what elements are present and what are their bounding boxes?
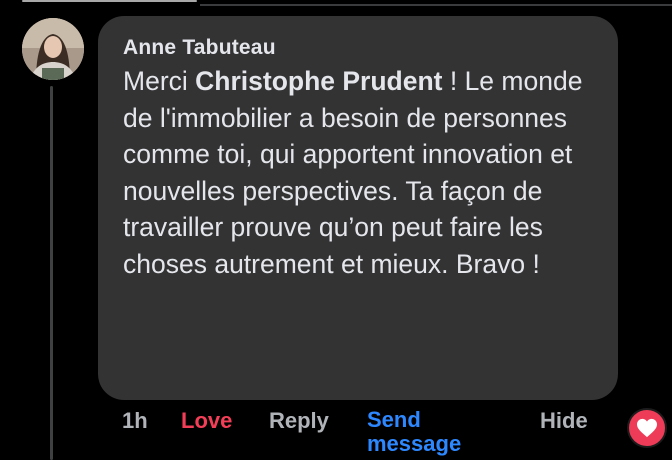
divider bbox=[22, 0, 197, 2]
hide-button[interactable]: Hide bbox=[540, 408, 588, 434]
comment-author[interactable]: Anne Tabuteau bbox=[123, 36, 594, 60]
comment-bubble: Anne Tabuteau Merci Christophe Prudent !… bbox=[98, 16, 618, 400]
thread-line bbox=[50, 86, 53, 460]
timestamp-link[interactable]: 1h bbox=[122, 408, 148, 434]
reply-button[interactable]: Reply bbox=[269, 408, 329, 434]
avatar[interactable] bbox=[22, 18, 84, 80]
comment-text: Merci Christophe Prudent ! Le monde de l… bbox=[123, 63, 594, 283]
avatar-image bbox=[22, 18, 84, 80]
comment-actions: 1h Love Reply Send message Hide bbox=[0, 406, 672, 460]
comment-text-start: Merci bbox=[123, 66, 196, 96]
comment-text-rest: ! Le monde de l'immobilier a besoin de p… bbox=[123, 66, 583, 279]
love-button[interactable]: Love bbox=[181, 408, 232, 434]
mention-link[interactable]: Christophe Prudent bbox=[195, 66, 442, 96]
divider bbox=[200, 4, 672, 6]
love-reaction-badge[interactable] bbox=[627, 408, 667, 448]
love-icon bbox=[637, 418, 657, 438]
send-message-button[interactable]: Send message bbox=[367, 408, 461, 456]
